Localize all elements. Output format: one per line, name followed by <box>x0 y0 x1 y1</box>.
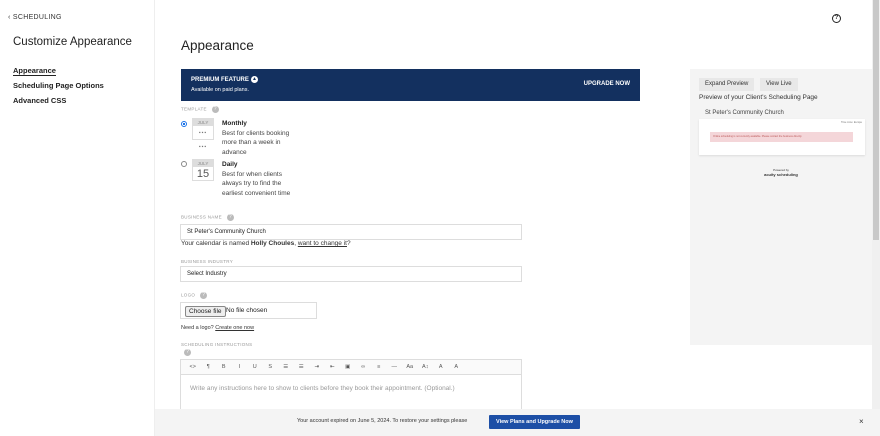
back-link[interactable]: ‹ SCHEDULING <box>8 14 62 21</box>
sidebar: ‹ SCHEDULING Customize Appearance Appear… <box>0 0 155 436</box>
template-label-text: TEMPLATE <box>181 106 207 112</box>
calendar-month: JULY <box>193 119 213 126</box>
business-name-input[interactable]: St Peter's Community Church <box>180 224 522 240</box>
note-suffix: ? <box>346 240 351 247</box>
toolbar-button[interactable]: ☰ <box>294 364 310 370</box>
template-label: TEMPLATE? <box>181 106 219 113</box>
sidebar-item-scheduling-page-options[interactable]: Scheduling Page Options <box>13 81 104 90</box>
instructions-label: SCHEDULING INSTRUCTIONS <box>181 342 253 347</box>
preview-card: Time zone: Europe Online scheduling is n… <box>699 119 865 155</box>
preview-business-name: St Peter's Community Church <box>705 110 784 116</box>
premium-banner: PREMIUM FEATURE ▲ Available on paid plan… <box>181 69 640 101</box>
close-icon[interactable]: × <box>859 417 864 426</box>
template-daily-option[interactable]: Daily Best for when clients always try to… <box>222 160 302 198</box>
sidebar-item-advanced-css[interactable]: Advanced CSS <box>13 96 66 105</box>
toolbar-button[interactable]: ≡ <box>371 364 387 370</box>
template-monthly-option[interactable]: Monthly Best for clients booking more tha… <box>222 119 302 157</box>
option-title: Daily <box>222 161 238 168</box>
daily-calendar-icon: JULY 15 <box>192 159 214 181</box>
scrollbar-thumb[interactable] <box>873 0 879 240</box>
toolbar-button[interactable]: ∞ <box>356 364 372 370</box>
instructions-placeholder[interactable]: Write any instructions here to show to c… <box>181 375 521 402</box>
industry-label: BUSINESS INDUSTRY <box>181 259 234 264</box>
toolbar-button[interactable]: B <box>216 364 232 370</box>
page-title: Appearance <box>181 38 254 53</box>
back-label: SCHEDULING <box>12 14 62 21</box>
toolbar-button[interactable]: Aa <box>402 364 418 370</box>
preview-panel: Expand Preview View Live Preview of your… <box>690 69 872 345</box>
create-logo-link[interactable]: Create one now <box>215 325 254 331</box>
preview-error: Online scheduling is not currently avail… <box>710 132 853 142</box>
help-icon[interactable]: ? <box>184 349 191 356</box>
change-name-link[interactable]: want to change it <box>298 240 347 247</box>
view-plans-button[interactable]: View Plans and Upgrade Now <box>489 415 580 429</box>
scrollbar[interactable] <box>872 0 880 409</box>
note-text: Need a logo? <box>181 325 216 331</box>
toolbar-button[interactable]: — <box>387 364 403 370</box>
toolbar-button[interactable]: ⇤ <box>325 364 341 370</box>
toolbar-button[interactable]: S <box>263 364 279 370</box>
sidebar-title: Customize Appearance <box>13 36 132 48</box>
upgrade-now-button[interactable]: UPGRADE NOW <box>584 81 630 87</box>
logo-label: LOGO? <box>181 292 208 299</box>
toolbar-button[interactable]: ¶ <box>201 364 217 370</box>
toolbar-button[interactable]: ☰ <box>278 364 294 370</box>
option-desc: Best for clients booking more than a wee… <box>222 129 290 156</box>
toolbar-button[interactable]: ⇥ <box>309 364 325 370</box>
label-text: LOGO <box>181 292 196 298</box>
toolbar-button[interactable]: A <box>449 364 465 370</box>
choose-file-button[interactable]: Choose file <box>185 306 226 317</box>
preview-title: Preview of your Client's Scheduling Page <box>699 94 818 101</box>
help-icon[interactable]: ? <box>226 214 234 221</box>
label-text: BUSINESS NAME <box>181 214 222 220</box>
sidebar-item-appearance[interactable]: Appearance <box>13 66 56 76</box>
calendar-name: Holly Choules <box>250 240 295 247</box>
option-desc: Best for when clients always try to find… <box>222 170 291 197</box>
expand-preview-button[interactable]: Expand Preview <box>699 78 755 91</box>
toolbar-button[interactable]: <> <box>185 364 201 370</box>
note-text: Your calendar is named <box>181 240 251 247</box>
file-status: No file chosen <box>226 307 268 314</box>
expired-bar: Your account expired on June 5, 2024. To… <box>155 409 880 436</box>
toolbar-button[interactable]: ▣ <box>340 364 356 370</box>
industry-select[interactable]: Select Industry <box>180 266 522 282</box>
toolbar-button[interactable]: A↕ <box>418 364 434 370</box>
monthly-calendar-icon: JULY ▪▪▪ ▪▪▪ <box>192 118 214 150</box>
toolbar-button[interactable]: A <box>433 364 449 370</box>
preview-timezone: Time zone: Europe <box>840 121 862 124</box>
toolbar-button[interactable]: U <box>247 364 263 370</box>
calendar-day: 15 <box>196 168 210 180</box>
help-icon[interactable]: ? <box>211 106 219 113</box>
logo-file-input[interactable]: Choose file No file chosen <box>180 302 317 319</box>
expired-message: Your account expired on June 5, 2024. To… <box>297 418 468 424</box>
question-circle-icon[interactable]: ? <box>832 14 841 23</box>
template-daily-radio[interactable] <box>181 161 187 167</box>
premium-icon: ▲ <box>251 76 258 83</box>
help-icon[interactable]: ? <box>200 292 208 299</box>
editor-toolbar: <> ¶ B I U S ☰ ☰ ⇥ ⇤ ▣ ∞ ≡ — Aa A↕ A A <box>181 360 521 375</box>
calendar-name-note: Your calendar is named Holly Choules, wa… <box>181 240 351 247</box>
logo-note: Need a logo? Create one now <box>181 325 254 331</box>
view-live-button[interactable]: View Live <box>760 78 798 91</box>
banner-subtitle: Available on paid plans. <box>191 87 249 93</box>
banner-title: PREMIUM FEATURE <box>191 77 249 83</box>
business-name-label: BUSINESS NAME? <box>181 214 234 221</box>
toolbar-button[interactable]: I <box>232 364 248 370</box>
calendar-month: JULY <box>193 160 213 167</box>
option-title: Monthly <box>222 120 247 127</box>
acuity-logo: acuity scheduling <box>764 172 798 177</box>
template-monthly-radio[interactable] <box>181 121 187 127</box>
